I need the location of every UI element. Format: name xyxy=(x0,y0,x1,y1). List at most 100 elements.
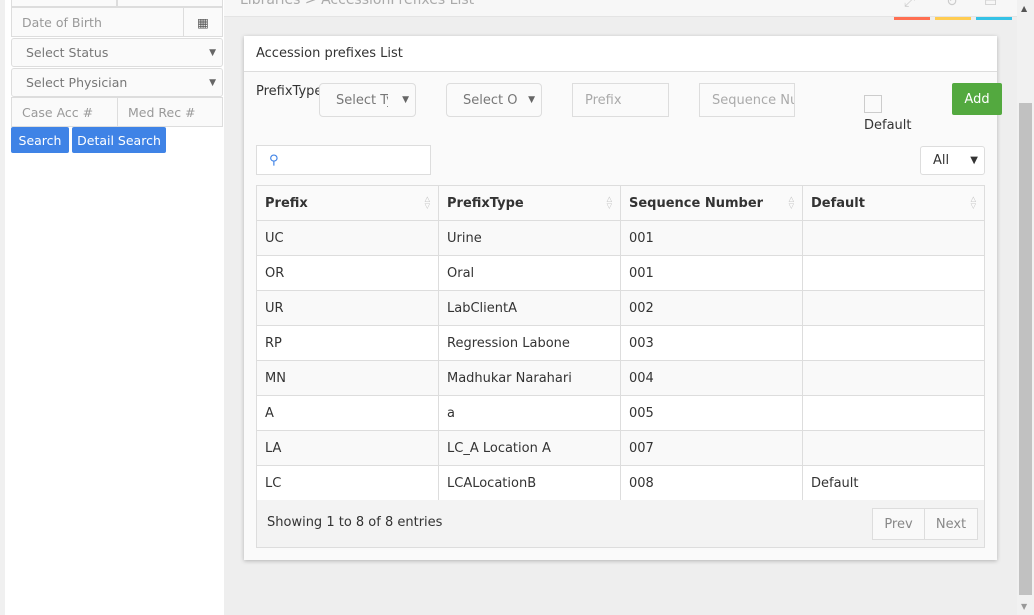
prefix-type-select[interactable]: Select Type ▼ xyxy=(319,83,416,117)
table-row[interactable]: LC LCALocationB 008 Default xyxy=(256,465,985,501)
table-cell: Urine xyxy=(438,220,621,256)
table-cell xyxy=(802,220,985,256)
column-header-label: Sequence Number xyxy=(629,195,764,211)
chevron-down-icon: ▼ xyxy=(209,47,216,58)
status-select[interactable]: Select Status ▼ xyxy=(11,38,223,67)
table-cell: Madhukar Narahari xyxy=(438,360,621,396)
sidebar-field-top-right[interactable] xyxy=(117,0,223,7)
column-header-label: Default xyxy=(811,195,865,211)
table-search-input[interactable]: ⚲ xyxy=(256,145,431,175)
breadcrumb: Libraries > AccessionPrefixes List xyxy=(240,0,475,8)
table-cell: MN xyxy=(256,360,439,396)
table-cell: 002 xyxy=(620,290,803,326)
table-cell: 004 xyxy=(620,360,803,396)
prefixes-table: Prefix △ ▽ PrefixType △ ▽ Sequence Number △ ▽ Def… xyxy=(256,185,985,501)
table-cell: a xyxy=(438,395,621,431)
default-label: Default xyxy=(864,118,912,133)
search-button[interactable]: Search xyxy=(11,127,69,153)
table-cell: LC_A Location A xyxy=(438,430,621,466)
table-row[interactable]: LA LC_A Location A 007 xyxy=(256,430,985,466)
column-header-prefixtype[interactable]: PrefixType △ ▽ xyxy=(438,185,621,221)
sidebar: Date of Birth ▦ Select Status ▼ Select Ph… xyxy=(0,0,224,615)
add-button[interactable]: Add xyxy=(952,83,1002,115)
table-footer: Showing 1 to 8 of 8 entries Prev Next xyxy=(256,500,985,548)
chevron-down-icon: ▼ xyxy=(209,77,216,88)
table-cell: 001 xyxy=(620,220,803,256)
table-cell xyxy=(802,255,985,291)
default-checkbox[interactable] xyxy=(864,95,882,113)
case-acc-input[interactable]: Case Acc # xyxy=(11,97,118,127)
dob-input[interactable]: Date of Birth xyxy=(11,7,184,37)
detail-search-button[interactable]: Detail Search xyxy=(72,127,166,153)
chevron-down-icon: ▼ xyxy=(528,95,535,105)
table-row[interactable]: MN Madhukar Narahari 004 xyxy=(256,360,985,396)
accent-bar-red xyxy=(894,17,930,20)
calendar-icon[interactable]: ▦ xyxy=(183,7,223,37)
sort-icon: △ ▽ xyxy=(970,195,976,210)
other-select-value: Select O xyxy=(463,92,518,108)
table-cell: Regression Labone xyxy=(438,325,621,361)
prefix-input[interactable]: Prefix xyxy=(572,83,669,117)
table-cell: OR xyxy=(256,255,439,291)
chevron-down-icon: ▼ xyxy=(970,155,978,166)
sort-icon: △ ▽ xyxy=(424,195,430,210)
med-rec-input[interactable]: Med Rec # xyxy=(117,97,223,127)
prefix-type-label: PrefixType xyxy=(256,84,323,99)
sort-icon: △ ▽ xyxy=(606,195,612,210)
sequence-number-input[interactable]: Sequence Number xyxy=(699,83,795,117)
table-row[interactable]: RP Regression Labone 003 xyxy=(256,325,985,361)
prev-button[interactable]: Prev xyxy=(872,508,925,540)
physician-select[interactable]: Select Physician ▼ xyxy=(11,68,223,97)
table-cell: 005 xyxy=(620,395,803,431)
page-length-select[interactable]: All ▼ xyxy=(920,146,985,175)
search-icon: ⚲ xyxy=(269,152,279,168)
table-info: Showing 1 to 8 of 8 entries xyxy=(267,515,443,530)
table-cell xyxy=(802,290,985,326)
prefix-type-value: Select Type xyxy=(336,92,388,108)
table-cell: LCALocationB xyxy=(438,465,621,501)
column-header-label: PrefixType xyxy=(447,195,524,211)
chevron-down-icon: ▼ xyxy=(402,95,409,105)
accession-prefixes-panel: Accession prefixes List PrefixType Selec… xyxy=(244,36,1002,560)
table-cell: LA xyxy=(256,430,439,466)
table-cell: 003 xyxy=(620,325,803,361)
sidebar-field-top-left[interactable] xyxy=(11,0,117,7)
table-cell: LabClientA xyxy=(438,290,621,326)
table-row[interactable]: OR Oral 001 xyxy=(256,255,985,291)
other-select[interactable]: Select O ▼ xyxy=(446,83,542,117)
status-select-value: Select Status xyxy=(26,45,109,60)
table-cell: A xyxy=(256,395,439,431)
table-cell xyxy=(802,395,985,431)
scrollbar-thumb[interactable] xyxy=(1019,103,1032,595)
table-cell xyxy=(802,360,985,396)
refresh-icon[interactable]: ↻ xyxy=(946,0,958,10)
table-cell: LC xyxy=(256,465,439,501)
accent-bar-blue xyxy=(976,17,1012,20)
scrollbar[interactable]: ▲ ▼ xyxy=(1017,0,1034,615)
panel-title: Accession prefixes List xyxy=(244,36,997,72)
column-header-prefix[interactable]: Prefix △ ▽ xyxy=(256,185,439,221)
next-button[interactable]: Next xyxy=(924,508,978,540)
column-header-label: Prefix xyxy=(265,195,308,211)
expand-icon[interactable]: ⤢ xyxy=(904,0,915,10)
table-cell: 007 xyxy=(620,430,803,466)
table-row[interactable]: UR LabClientA 002 xyxy=(256,290,985,326)
table-cell xyxy=(802,430,985,466)
sort-icon: △ ▽ xyxy=(788,195,794,210)
table-row[interactable]: UC Urine 001 xyxy=(256,220,985,256)
top-bar: Libraries > AccessionPrefixes List ⤢ ↻ ▭ xyxy=(224,0,1017,17)
column-header-sequence-number[interactable]: Sequence Number △ ▽ xyxy=(620,185,803,221)
minimize-icon[interactable]: ▭ xyxy=(984,0,997,10)
column-header-default[interactable]: Default △ ▽ xyxy=(802,185,985,221)
table-cell: Default xyxy=(802,465,985,501)
scroll-down-icon[interactable]: ▼ xyxy=(1021,602,1027,611)
physician-select-value: Select Physician xyxy=(26,75,128,90)
page-length-value: All xyxy=(933,153,950,168)
table-cell: 001 xyxy=(620,255,803,291)
table-cell: Oral xyxy=(438,255,621,291)
table-cell: UC xyxy=(256,220,439,256)
scroll-up-icon[interactable]: ▲ xyxy=(1021,4,1027,13)
table-row[interactable]: Aa 005 xyxy=(256,395,985,431)
table-cell xyxy=(802,325,985,361)
table-cell: UR xyxy=(256,290,439,326)
